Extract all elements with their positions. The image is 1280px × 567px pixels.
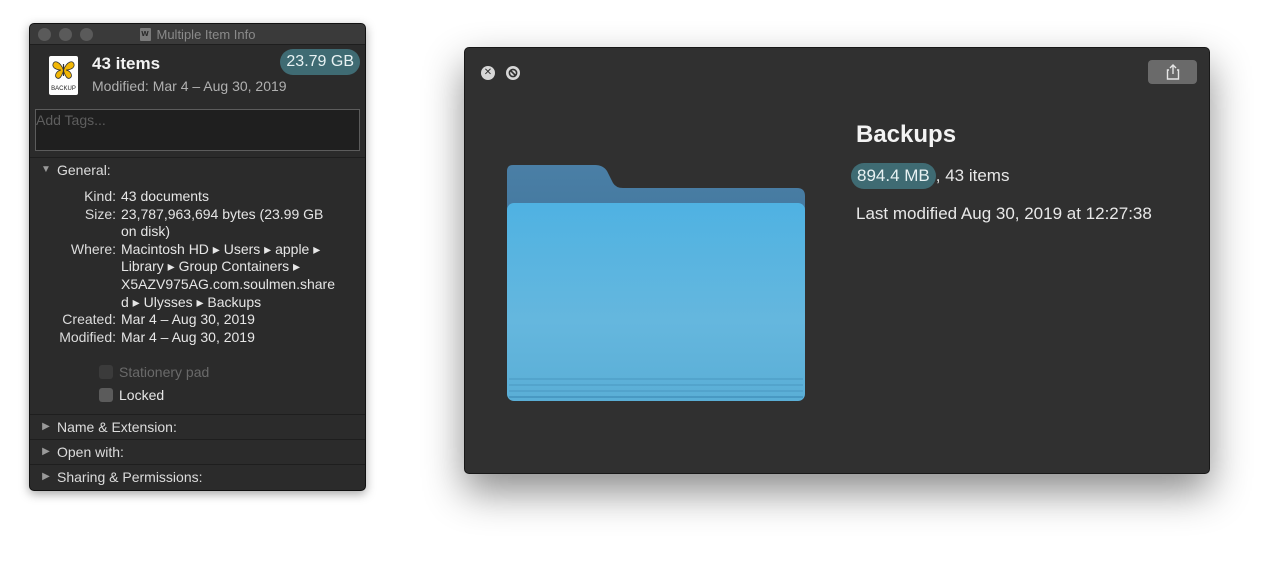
- section-open-with-header[interactable]: ▶ Open with:: [30, 439, 365, 463]
- disclosure-closed-icon: ▶: [42, 471, 50, 482]
- quicklook-size-line: 894.4 MB , 43 items: [851, 163, 1009, 189]
- where-value-line4: d ▸ Ulysses ▸ Backups: [121, 293, 262, 310]
- zoom-window-button[interactable]: [80, 28, 93, 41]
- stationery-pad-label: Stationery pad: [119, 364, 210, 380]
- kind-value: 43 documents: [121, 188, 209, 204]
- summary-modified: Modified: Mar 4 – Aug 30, 2019: [92, 78, 287, 94]
- created-value: Mar 4 – Aug 30, 2019: [121, 311, 255, 328]
- quicklook-modified: Last modified Aug 30, 2019 at 12:27:38: [856, 204, 1152, 223]
- disclosure-open-icon: ▼: [41, 164, 51, 175]
- size-value-line2: on disk): [121, 223, 171, 240]
- size-key: Size:: [84, 205, 116, 222]
- disclosure-closed-icon: ▶: [42, 446, 50, 457]
- quicklook-window: ✕ Backups 894.4 MB , 43 items Last modif…: [464, 47, 1210, 474]
- tags-placeholder: Add Tags...: [36, 112, 106, 128]
- created-key: Created:: [62, 311, 116, 328]
- size-value-line1: 23,787,963,694 bytes (23.99 GB: [121, 205, 324, 222]
- section-sharing-permissions-label: Sharing & Permissions:: [57, 468, 203, 485]
- section-general-label: General:: [57, 161, 111, 178]
- quicklook-size-badge: 894.4 MB: [851, 163, 936, 189]
- where-value-line3: X5AZV975AG.com.soulmen.share: [121, 276, 335, 292]
- stationery-pad-checkbox-row: Stationery pad: [99, 364, 209, 380]
- item-count-title: 43 items: [92, 54, 161, 73]
- backup-app-icon: BACKUP: [49, 56, 78, 95]
- info-titlebar[interactable]: W Multiple Item Info: [30, 24, 365, 45]
- section-name-extension-label: Name & Extension:: [57, 418, 177, 435]
- info-summary: BACKUP 43 items Modified: Mar 4 – Aug 30…: [30, 45, 365, 103]
- where-value-line2: Library ▸ Group Containers ▸: [121, 258, 301, 275]
- locked-checkbox[interactable]: [99, 388, 113, 402]
- section-open-with-label: Open with:: [57, 443, 124, 460]
- window-title: Multiple Item Info: [156, 26, 256, 42]
- modified-key: Modified:: [59, 328, 116, 345]
- stop-icon[interactable]: [506, 66, 520, 80]
- quicklook-title: Backups: [856, 121, 957, 148]
- close-window-button[interactable]: [38, 28, 51, 41]
- disclosure-closed-icon: ▶: [42, 421, 50, 432]
- stop-glyph: [508, 68, 518, 78]
- modified-value: Mar 4 – Aug 30, 2019: [121, 328, 255, 345]
- locked-label: Locked: [119, 387, 165, 403]
- section-name-extension-header[interactable]: ▶ Name & Extension:: [30, 414, 365, 438]
- locked-checkbox-row[interactable]: Locked: [99, 387, 164, 403]
- info-window: W Multiple Item Info BACKUP 43 items Mod…: [29, 23, 366, 491]
- folder-icon: [507, 165, 805, 401]
- traffic-lights: [38, 28, 93, 41]
- section-sharing-permissions-header[interactable]: ▶ Sharing & Permissions:: [30, 464, 365, 488]
- tags-field[interactable]: Add Tags...: [35, 109, 360, 151]
- close-icon[interactable]: ✕: [481, 66, 495, 80]
- size-badge: 23.79 GB: [280, 49, 360, 75]
- where-key: Where:: [70, 240, 116, 257]
- kind-key: Kind:: [84, 188, 116, 204]
- minimize-window-button[interactable]: [59, 28, 72, 41]
- where-value-line1: Macintosh HD ▸ Users ▸ apple ▸: [121, 240, 321, 257]
- butterfly-icon: [52, 61, 75, 79]
- share-button[interactable]: [1148, 60, 1197, 84]
- stationery-pad-checkbox: [99, 365, 113, 379]
- backup-icon-label: BACKUP: [51, 86, 76, 92]
- share-icon: [1166, 64, 1179, 80]
- quicklook-item-count: , 43 items: [935, 166, 1010, 185]
- section-general-header[interactable]: ▼ General:: [30, 157, 365, 181]
- document-icon: W: [139, 27, 151, 41]
